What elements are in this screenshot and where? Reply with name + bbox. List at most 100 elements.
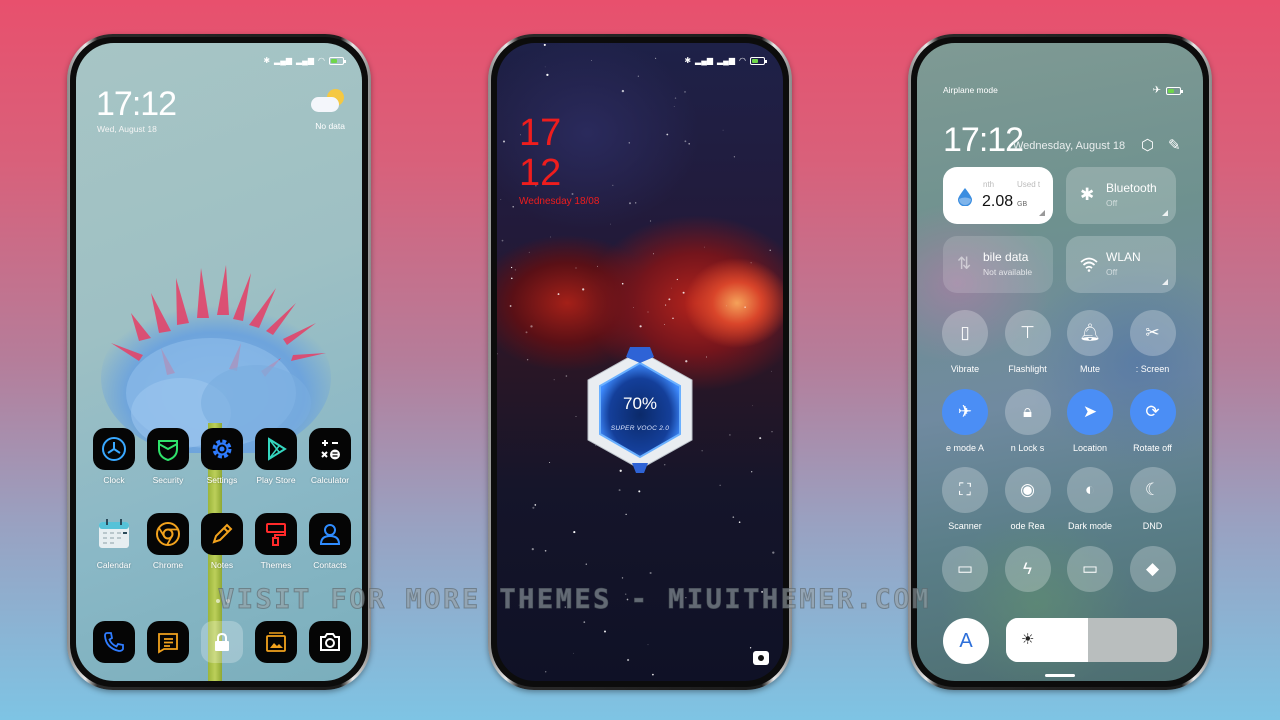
toggle-location[interactable]: ➤ Location — [1060, 388, 1120, 453]
star — [526, 359, 529, 361]
star — [621, 577, 624, 579]
toggle-bell[interactable]: 🔔︎ Mute — [1060, 310, 1120, 374]
toggle-rotate-lock[interactable]: ⟳ Rotate off — [1123, 388, 1183, 453]
lock-clock-minute: 12 — [519, 152, 562, 194]
shield-icon — [147, 428, 189, 470]
toggle-label: ode Rea — [1010, 521, 1045, 531]
dock-camera[interactable] — [304, 621, 356, 663]
auto-brightness-button[interactable]: A — [943, 618, 989, 664]
expand-corner — [1039, 210, 1045, 216]
dock-phone[interactable] — [88, 621, 140, 663]
home-indicator[interactable] — [1045, 674, 1075, 677]
flashlight-icon: ⊤ — [1004, 310, 1051, 356]
toggle-bolt[interactable]: ϟ — [998, 545, 1058, 592]
star — [575, 267, 577, 269]
app-themes[interactable]: Themes — [250, 513, 302, 570]
star — [637, 75, 639, 77]
data-arrows-icon: ⇅ — [957, 254, 972, 273]
star — [729, 434, 731, 436]
app-security[interactable]: Security — [142, 428, 194, 485]
settings-hex-icon[interactable]: ⬡ — [1141, 136, 1154, 154]
tile-mobile-data[interactable]: ⇅ bile data Not available — [943, 236, 1053, 293]
toggle-screenshot[interactable]: ✂: Screen — [1123, 310, 1183, 374]
app-chrome[interactable]: Chrome — [142, 513, 194, 570]
water-drop-icon — [958, 188, 972, 206]
star — [649, 220, 652, 222]
toggle-lock[interactable]: 🔒︎ n Lock s — [998, 388, 1058, 453]
battery-icon — [1166, 86, 1183, 95]
brightness-slider[interactable]: ☀ — [1006, 618, 1177, 662]
page-dot[interactable] — [216, 599, 220, 603]
dock-messages[interactable] — [142, 621, 194, 663]
lock-clock-hour: 17 — [519, 112, 562, 154]
star — [751, 471, 753, 473]
charging-widget: 70% SUPER VOOC 2.0 — [582, 345, 698, 475]
airplane-icon: ✈ — [1152, 85, 1161, 96]
toggle-cast-screen[interactable]: ▭ — [1060, 545, 1120, 592]
star — [583, 621, 586, 623]
tile-bluetooth[interactable]: ✱ Bluetooth Off — [1066, 167, 1176, 224]
star — [618, 489, 621, 492]
camera-icon[interactable] — [753, 651, 769, 665]
star — [750, 262, 752, 264]
star — [530, 325, 533, 328]
cc-date: Wednesday, August 18 — [1013, 140, 1126, 152]
star — [549, 461, 551, 464]
page-dot-active[interactable] — [226, 599, 230, 603]
star — [509, 305, 512, 307]
toggle-nearby-share[interactable]: ◆ — [1123, 545, 1183, 592]
airplane-icon: ✈ — [942, 388, 988, 435]
clock-widget-time[interactable]: 17:12 — [96, 85, 177, 124]
star — [544, 66, 546, 68]
star — [501, 239, 504, 242]
tile-data-usage[interactable]: nth Used t 2.08 GB — [943, 167, 1053, 224]
star — [628, 142, 631, 144]
hd-signal-icon: ▂▄▆ — [274, 56, 293, 65]
tile-wlan[interactable]: WLAN Off — [1066, 236, 1176, 293]
phone-icon — [93, 621, 135, 663]
star — [733, 156, 736, 158]
app-notes[interactable]: Notes — [196, 513, 248, 570]
carrier-text: Airplane mode — [943, 85, 998, 95]
star — [684, 91, 686, 93]
star — [510, 266, 513, 269]
toggle-vibrate[interactable]: ▯ Vibrate — [935, 310, 995, 374]
bluetooth-icon: ✱ — [684, 56, 692, 65]
edit-icon[interactable]: ✎ — [1168, 136, 1181, 154]
toggle-label: e mode A — [945, 442, 985, 453]
star — [512, 206, 514, 208]
dock-gallery[interactable] — [250, 621, 302, 663]
star — [673, 106, 675, 107]
app-calculator[interactable]: Calculator — [304, 428, 356, 485]
screenshot-icon: ✂ — [1129, 310, 1176, 356]
toggle-dark-mode[interactable]: ◐ Dark mode — [1060, 467, 1120, 531]
status-bar: ✱ ▂▄▆ ▂▄▆ ◠ — [263, 56, 346, 65]
gear-icon — [201, 428, 243, 470]
bluetooth-icon: ✱ — [1080, 185, 1095, 204]
app-play-store[interactable]: Play Store — [250, 428, 302, 485]
star — [684, 140, 687, 143]
toggle-eye[interactable]: ◉ ode Rea — [998, 467, 1058, 531]
star — [759, 437, 762, 440]
app-contacts[interactable]: Contacts — [304, 513, 356, 570]
status-bar: ✈ — [1152, 85, 1183, 96]
toggle-scanner[interactable]: ⛶ Scanner — [935, 467, 995, 531]
app-clock[interactable]: Clock — [88, 428, 140, 485]
star — [682, 291, 685, 294]
star — [525, 331, 528, 334]
toggle-battery-saver[interactable]: ▭ — [935, 545, 995, 592]
toggle-flashlight[interactable]: ⊤ Flashlight — [998, 310, 1058, 374]
toggle-airplane[interactable]: ✈ e mode A — [935, 388, 995, 453]
star — [744, 306, 746, 308]
toggle-moon[interactable]: ☾ DND — [1123, 467, 1183, 531]
app-settings[interactable]: Settings — [196, 428, 248, 485]
toggle-label: n Lock s — [1010, 442, 1045, 453]
bell-icon: 🔔︎ — [1067, 310, 1113, 356]
star — [719, 484, 721, 486]
phone-home-screen: ✱ ▂▄▆ ▂▄▆ ◠ 17:12 Wed, August 18 No data — [67, 34, 371, 690]
expand-corner — [1162, 210, 1168, 216]
star — [500, 199, 502, 200]
partly-cloudy-icon[interactable] — [310, 89, 344, 115]
dock-lock[interactable] — [196, 621, 248, 663]
app-calendar[interactable]: Calendar — [88, 513, 140, 570]
